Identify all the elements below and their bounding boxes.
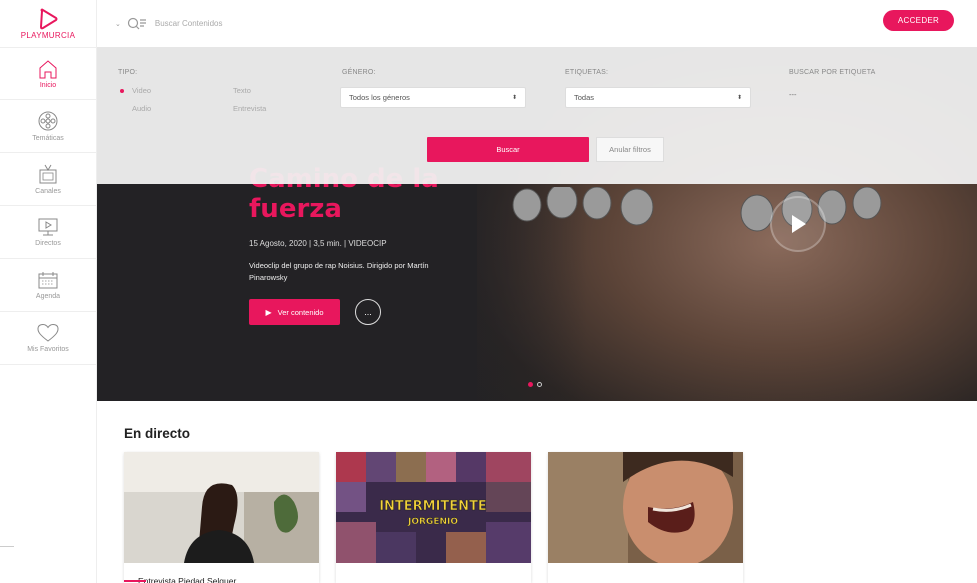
tags-label: ETIQUETAS: [565, 69, 609, 76]
radio-icon [118, 104, 126, 113]
search-filter-icon[interactable] [127, 17, 147, 31]
sidebar-item-directos[interactable]: Directos [0, 206, 96, 259]
poster-subtitle: JORGENIO [407, 517, 458, 527]
type-radio-entrevista[interactable]: Entrevista [219, 104, 266, 113]
radio-label: Video [132, 86, 152, 95]
tv-icon [39, 164, 57, 184]
play-icon [792, 215, 806, 233]
calendar-icon [38, 272, 58, 289]
live-card[interactable]: INTERMITENTE JORGENIO [336, 452, 531, 583]
select-arrows-icon: ⬍ [511, 95, 517, 101]
genre-select[interactable]: Todos los géneros ⬍ [340, 87, 526, 108]
login-button[interactable]: ACCEDER [883, 10, 954, 31]
sidebar-item-label: Agenda [35, 293, 61, 300]
tags-value: Todas [574, 93, 595, 102]
view-content-button[interactable]: ▶ Ver contenido [249, 299, 340, 325]
live-card-caption: Entrevista Piedad Selquer [138, 576, 237, 583]
live-card[interactable]: Entrevista Piedad Selquer [124, 452, 319, 583]
sidebar-item-tematicas[interactable]: Temáticas [0, 100, 96, 153]
type-radio-audio[interactable]: Audio [118, 104, 151, 113]
tags-select[interactable]: Todas ⬍ [565, 87, 751, 108]
type-radio-texto[interactable]: Texto [219, 86, 251, 95]
top-bar: ⌄ Buscar Contenidos ACCEDER [97, 0, 977, 47]
play-video-button[interactable] [770, 196, 826, 252]
sidebar-item-label: Mis Favoritos [27, 346, 69, 353]
radio-label: Texto [233, 86, 251, 95]
sidebar-item-label: Canales [35, 188, 61, 195]
live-thumbnail [548, 452, 743, 567]
search-by-tag-label: BUSCAR POR ETIQUETA [789, 69, 876, 76]
radio-icon [118, 86, 126, 95]
hero-meta: 15 Agosto, 2020 | 3,5 min. | VIDEOCIP [249, 239, 387, 248]
view-content-label: Ver contenido [277, 307, 324, 317]
sidebar-item-agenda[interactable]: Agenda [0, 259, 96, 312]
search-by-tag-input[interactable]: --- [789, 90, 797, 99]
sidebar-item-favoritos[interactable]: Mis Favoritos [0, 312, 96, 365]
radio-icon [219, 104, 227, 113]
radio-label: Entrevista [233, 104, 267, 113]
sidebar-item-canales[interactable]: Canales [0, 153, 96, 206]
live-thumbnail [124, 452, 319, 563]
radio-label: Audio [132, 104, 152, 113]
film-reel-icon [38, 111, 58, 131]
genre-label: GÉNERO: [342, 69, 376, 76]
hero-description: Videoclip del grupo de rap Noisius. Diri… [249, 261, 429, 282]
sidebar-item-label: Temáticas [32, 135, 64, 142]
search-input[interactable]: Buscar Contenidos [155, 19, 223, 28]
search-box[interactable]: ⌄ Buscar Contenidos [115, 17, 222, 31]
reset-filters-button[interactable]: Anular filtros [596, 137, 664, 162]
live-indicator [124, 580, 146, 582]
sidebar-item-label: Inicio [39, 81, 57, 89]
type-radio-video[interactable]: Video [118, 86, 151, 95]
live-card-caption [336, 568, 531, 576]
more-options-button[interactable]: ... [355, 299, 381, 325]
carousel-dots [528, 382, 542, 387]
live-card-caption [548, 568, 743, 576]
live-screen-icon [38, 218, 58, 236]
home-icon [39, 59, 57, 78]
chevron-down-icon[interactable]: ⌄ [115, 20, 121, 28]
skull-rings-image [512, 187, 882, 232]
logo[interactable]: PLAYMURCIA [0, 0, 96, 47]
play-icon: ▶ [265, 307, 272, 317]
carousel-dot-active[interactable] [528, 382, 533, 387]
radio-icon [219, 86, 227, 95]
poster-title: INTERMITENTE [379, 499, 487, 514]
heart-icon [37, 323, 59, 342]
sidebar-item-inicio[interactable]: Inicio [0, 47, 96, 100]
search-button[interactable]: Buscar [427, 137, 589, 162]
hero-title-line: fuerza [249, 194, 342, 224]
logo-text: PLAYMURCIA [20, 30, 76, 40]
divider [0, 546, 14, 547]
carousel-dot[interactable] [537, 382, 542, 387]
type-label: TIPO: [118, 69, 138, 76]
live-thumbnail: INTERMITENTE JORGENIO [336, 452, 531, 563]
sidebar: PLAYMURCIA Inicio Temáticas Canales Dire… [0, 0, 97, 583]
play-logo-icon [40, 8, 58, 29]
live-card[interactable] [548, 452, 743, 583]
sidebar-item-label: Directos [35, 240, 61, 247]
select-arrows-icon: ⬍ [736, 95, 742, 101]
genre-value: Todos los géneros [349, 93, 410, 102]
section-title: En directo [124, 426, 191, 441]
filter-panel: TIPO: Video Texto Audio Entrevista GÉNER… [97, 47, 977, 184]
